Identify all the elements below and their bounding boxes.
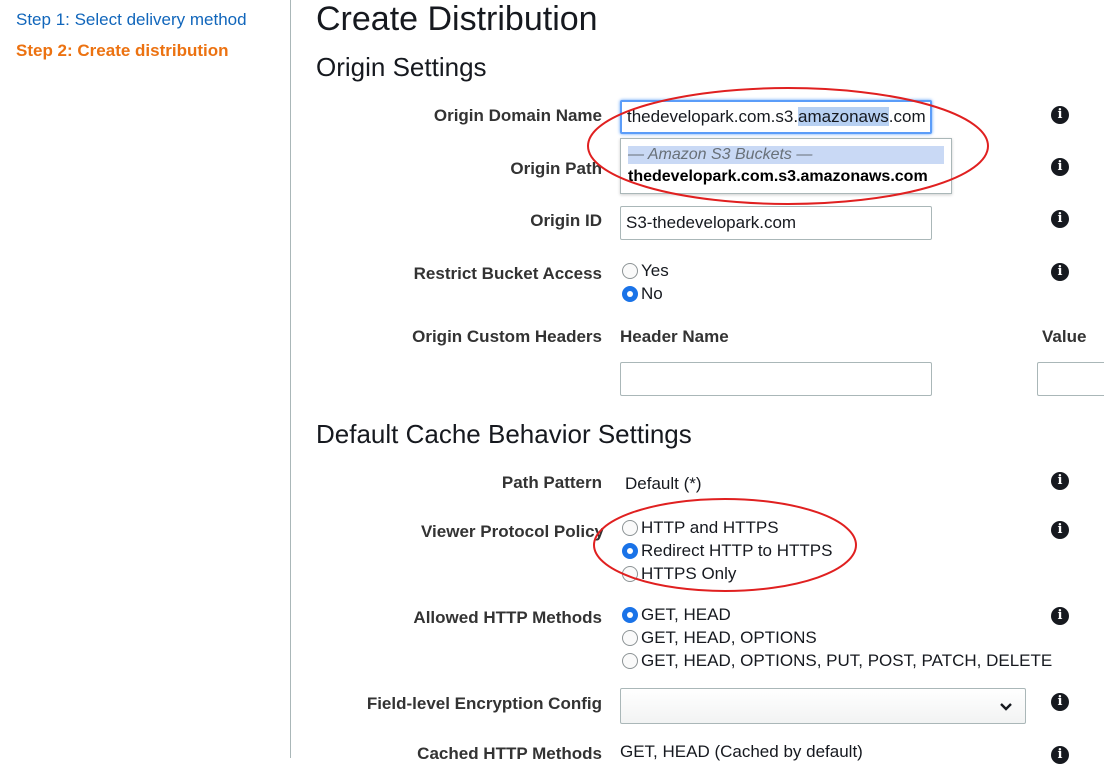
info-icon[interactable]: i bbox=[1051, 158, 1069, 176]
protocol-https-only-radio[interactable] bbox=[622, 566, 638, 582]
methods-get-head-radio[interactable] bbox=[622, 607, 638, 623]
info-icon[interactable]: i bbox=[1051, 607, 1069, 625]
header-value-input[interactable] bbox=[1037, 362, 1104, 396]
info-icon[interactable]: i bbox=[1051, 746, 1069, 764]
step-2-current: Step 2: Create distribution bbox=[16, 41, 229, 60]
cached-methods-label: Cached HTTP Methods bbox=[417, 744, 602, 763]
info-icon[interactable]: i bbox=[1051, 263, 1069, 281]
header-name-input[interactable] bbox=[620, 362, 932, 396]
origin-domain-value-selection: amazonaws bbox=[798, 107, 889, 126]
restrict-no-radio[interactable] bbox=[622, 286, 638, 302]
restrict-bucket-access-label: Restrict Bucket Access bbox=[413, 264, 602, 283]
protocol-https-only-label: HTTPS Only bbox=[641, 564, 737, 583]
path-pattern-value: Default (*) bbox=[625, 474, 702, 493]
cached-methods-value: GET, HEAD (Cached by default) bbox=[620, 742, 863, 761]
methods-get-head-label: GET, HEAD bbox=[641, 605, 731, 624]
info-icon[interactable]: i bbox=[1051, 693, 1069, 711]
protocol-http-https-radio[interactable] bbox=[622, 520, 638, 536]
restrict-no-label: No bbox=[641, 284, 663, 303]
protocol-http-https-label: HTTP and HTTPS bbox=[641, 518, 779, 537]
protocol-redirect-radio[interactable] bbox=[622, 543, 638, 559]
restrict-yes-radio[interactable] bbox=[622, 263, 638, 279]
viewer-protocol-policy-label: Viewer Protocol Policy bbox=[421, 522, 604, 541]
methods-options-label: GET, HEAD, OPTIONS bbox=[641, 628, 817, 647]
chevron-down-icon bbox=[999, 696, 1013, 721]
path-pattern-label: Path Pattern bbox=[501, 473, 602, 492]
origin-custom-headers-label: Origin Custom Headers bbox=[412, 327, 602, 346]
origin-domain-name-label: Origin Domain Name bbox=[433, 106, 602, 125]
origin-id-label: Origin ID bbox=[530, 211, 602, 230]
fle-config-label: Field-level Encryption Config bbox=[366, 694, 602, 713]
fle-config-select[interactable] bbox=[620, 688, 1026, 724]
header-value-column: Value bbox=[1042, 327, 1087, 346]
methods-all-radio[interactable] bbox=[622, 653, 638, 669]
info-icon[interactable]: i bbox=[1051, 106, 1069, 124]
step-1-link[interactable]: Step 1: Select delivery method bbox=[16, 10, 247, 30]
restrict-yes-label: Yes bbox=[641, 261, 669, 280]
dropdown-option-bucket[interactable]: thedevelopark.com.s3.amazonaws.com bbox=[628, 168, 928, 186]
origin-domain-name-input[interactable]: thedevelopark.com.s3.amazonaws.com bbox=[620, 100, 932, 134]
allowed-methods-label: Allowed HTTP Methods bbox=[413, 608, 602, 627]
info-icon[interactable]: i bbox=[1051, 521, 1069, 539]
info-icon[interactable]: i bbox=[1051, 472, 1069, 490]
protocol-redirect-label: Redirect HTTP to HTTPS bbox=[641, 541, 833, 560]
origin-id-input[interactable]: S3-thedevelopark.com bbox=[620, 206, 932, 240]
cache-settings-heading: Default Cache Behavior Settings bbox=[316, 419, 692, 449]
methods-all-label: GET, HEAD, OPTIONS, PUT, POST, PATCH, DE… bbox=[641, 651, 1053, 670]
page-title: Create Distribution bbox=[316, 0, 598, 38]
dropdown-group-label: — Amazon S3 Buckets — bbox=[628, 146, 944, 164]
wizard-sidebar: Step 1: Select delivery method Step 2: C… bbox=[0, 0, 291, 758]
origin-settings-heading: Origin Settings bbox=[316, 52, 487, 82]
origin-domain-value-suffix: .com bbox=[888, 107, 926, 126]
info-icon[interactable]: i bbox=[1051, 210, 1069, 228]
origin-path-label: Origin Path bbox=[510, 159, 602, 178]
origin-domain-dropdown: — Amazon S3 Buckets — thedevelopark.com.… bbox=[620, 138, 952, 194]
methods-options-radio[interactable] bbox=[622, 630, 638, 646]
origin-domain-value-prefix: thedevelopark.com.s3. bbox=[627, 107, 799, 126]
header-name-column: Header Name bbox=[620, 327, 729, 346]
